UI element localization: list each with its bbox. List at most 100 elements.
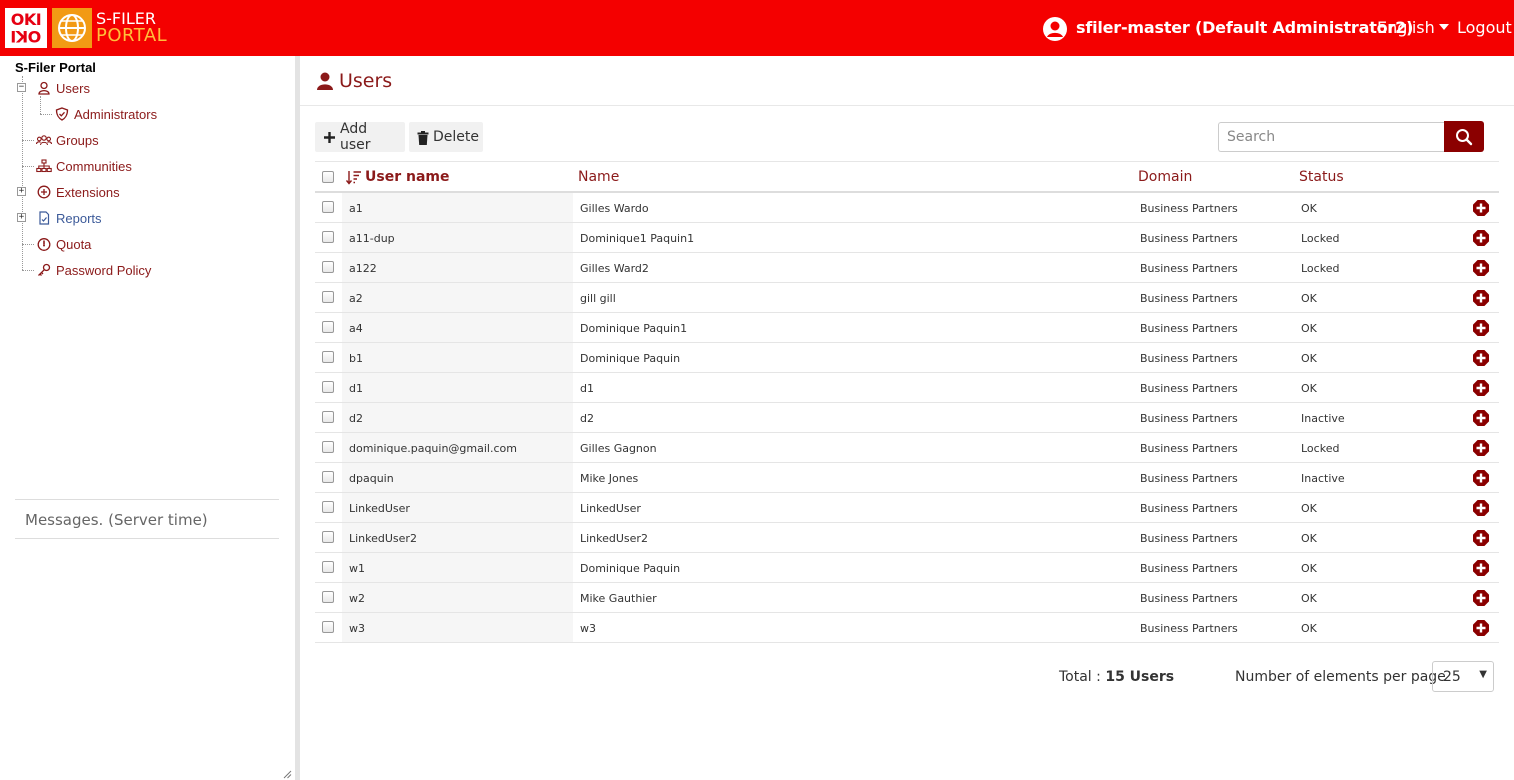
cell-status: OK (1301, 562, 1317, 575)
row-details-icon[interactable] (1472, 349, 1490, 367)
cell-domain: Business Partners (1140, 592, 1238, 605)
cell-domain: Business Partners (1140, 412, 1238, 425)
expand-extensions-toggle[interactable]: + (17, 187, 26, 196)
table-row[interactable]: w3 w3 Business Partners OK (315, 613, 1499, 643)
total-count: Total : 15 Users (1059, 669, 1175, 685)
sidebar-item-extensions[interactable]: Extensions (36, 183, 120, 201)
user-avatar-icon[interactable] (1042, 16, 1068, 42)
resize-grip-icon[interactable] (282, 766, 292, 779)
select-all-checkbox[interactable] (322, 171, 334, 183)
table-row[interactable]: d2 d2 Business Partners Inactive (315, 403, 1499, 433)
username-column-bg (342, 373, 573, 402)
row-checkbox[interactable] (322, 231, 334, 243)
delete-button[interactable]: Delete (409, 122, 483, 152)
logout-link[interactable]: Logout (1457, 18, 1512, 37)
username-column-bg (342, 583, 573, 612)
title-divider (300, 105, 1514, 106)
table-row[interactable]: w1 Dominique Paquin Business Partners OK (315, 553, 1499, 583)
table-row[interactable]: dominique.paquin@gmail.com Gilles Gagnon B… (315, 433, 1499, 463)
table-row[interactable]: a122 Gilles Ward2 Business Partners Locked (315, 253, 1499, 283)
cell-name: gill gill (580, 292, 616, 305)
row-checkbox[interactable] (322, 321, 334, 333)
cell-domain: Business Partners (1140, 442, 1238, 455)
row-details-icon[interactable] (1472, 229, 1490, 247)
table-row[interactable]: LinkedUser2 LinkedUser2 Business Partners O… (315, 523, 1499, 553)
cell-name: Dominique Paquin (580, 352, 681, 365)
row-checkbox[interactable] (322, 351, 334, 363)
tree-line (22, 244, 34, 245)
column-header-name[interactable]: Name (578, 169, 619, 185)
language-dropdown[interactable]: English (1377, 18, 1449, 37)
add-user-button[interactable]: Add user (315, 121, 405, 153)
row-checkbox[interactable] (322, 411, 334, 423)
current-user-label[interactable]: sfiler-master (Default Administrator2) (1076, 18, 1413, 37)
cell-domain: Business Partners (1140, 472, 1238, 485)
table-row[interactable]: a4 Dominique Paquin1 Business Partners OK (315, 313, 1499, 343)
sidebar-item-quota[interactable]: Quota (36, 235, 91, 253)
search-button[interactable] (1444, 121, 1484, 152)
column-header-username[interactable]: User name (365, 169, 449, 185)
globe-logo-icon (52, 8, 92, 48)
table-row[interactable]: a11-dup Dominique1 Paquin1 Business Partne… (315, 223, 1499, 253)
row-checkbox[interactable] (322, 531, 334, 543)
row-details-icon[interactable] (1472, 199, 1490, 217)
row-details-icon[interactable] (1472, 439, 1490, 457)
row-details-icon[interactable] (1472, 289, 1490, 307)
table-row[interactable]: d1 d1 Business Partners OK (315, 373, 1499, 403)
row-checkbox[interactable] (322, 441, 334, 453)
row-checkbox[interactable] (322, 261, 334, 273)
table-row[interactable]: LinkedUser LinkedUser Business Partners OK (315, 493, 1499, 523)
username-column-bg (342, 283, 573, 312)
row-details-icon[interactable] (1472, 469, 1490, 487)
row-details-icon[interactable] (1472, 259, 1490, 277)
table-row[interactable]: a1 Gilles Wardo Business Partners OK (315, 193, 1499, 223)
row-checkbox[interactable] (322, 561, 334, 573)
cell-domain: Business Partners (1140, 622, 1238, 635)
sidebar-splitter[interactable] (295, 56, 300, 780)
row-checkbox[interactable] (322, 621, 334, 633)
table-row[interactable]: b1 Dominique Paquin Business Partners OK (315, 343, 1499, 373)
row-checkbox[interactable] (322, 501, 334, 513)
cell-domain: Business Partners (1140, 232, 1238, 245)
tree-line (40, 96, 41, 114)
sidebar-item-users[interactable]: Users (36, 79, 90, 97)
row-details-icon[interactable] (1472, 499, 1490, 517)
row-checkbox[interactable] (322, 591, 334, 603)
cell-username: LinkedUser (349, 502, 410, 515)
row-checkbox[interactable] (322, 381, 334, 393)
sidebar-item-groups[interactable]: Groups (36, 131, 99, 149)
row-details-icon[interactable] (1472, 559, 1490, 577)
row-checkbox[interactable] (322, 201, 334, 213)
username-column-bg (342, 343, 573, 372)
sidebar-item-password-policy[interactable]: Password Policy (36, 261, 151, 279)
per-page-select[interactable]: 25 ▼ (1432, 661, 1494, 692)
sort-descending-icon[interactable] (345, 170, 362, 185)
tree-root[interactable]: S-Filer Portal (15, 60, 96, 75)
search-input[interactable] (1218, 122, 1445, 152)
row-details-icon[interactable] (1472, 319, 1490, 337)
hierarchy-icon (36, 158, 52, 174)
row-details-icon[interactable] (1472, 379, 1490, 397)
table-row[interactable]: w2 Mike Gauthier Business Partners OK (315, 583, 1499, 613)
table-row[interactable]: dpaquin Mike Jones Business Partners Inacti… (315, 463, 1499, 493)
row-checkbox[interactable] (322, 471, 334, 483)
row-details-icon[interactable] (1472, 619, 1490, 637)
column-header-status[interactable]: Status (1299, 169, 1344, 185)
sidebar-item-administrators[interactable]: Administrators (54, 105, 157, 123)
cell-domain: Business Partners (1140, 532, 1238, 545)
sidebar-item-reports[interactable]: Reports (36, 209, 102, 227)
row-checkbox[interactable] (322, 291, 334, 303)
expand-reports-toggle[interactable]: + (17, 213, 26, 222)
row-details-icon[interactable] (1472, 409, 1490, 427)
table-row[interactable]: a2 gill gill Business Partners OK (315, 283, 1499, 313)
sidebar-item-communities[interactable]: Communities (36, 157, 132, 175)
username-column-bg (342, 313, 573, 342)
gauge-icon (36, 236, 52, 252)
column-header-domain[interactable]: Domain (1138, 169, 1192, 185)
cell-domain: Business Partners (1140, 322, 1238, 335)
row-details-icon[interactable] (1472, 529, 1490, 547)
plus-circle-icon (36, 184, 52, 200)
tree-line (22, 166, 34, 167)
collapse-users-toggle[interactable]: − (17, 83, 26, 92)
row-details-icon[interactable] (1472, 589, 1490, 607)
